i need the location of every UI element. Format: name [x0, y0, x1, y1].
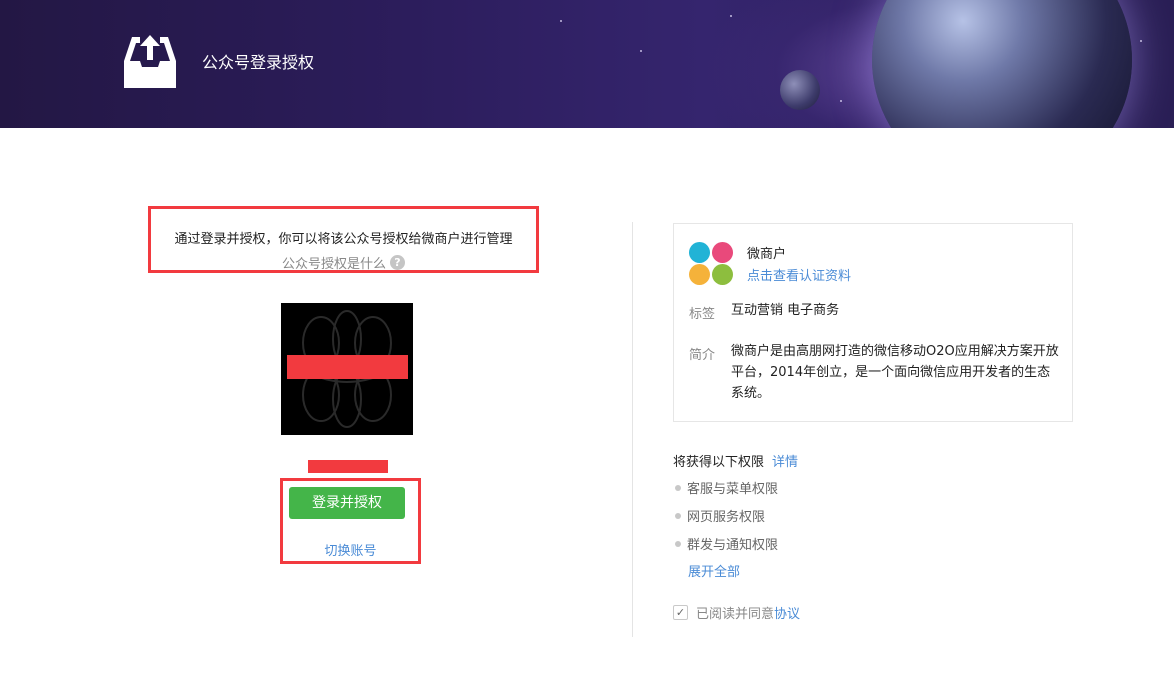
banner-star: [560, 20, 562, 22]
intro-highlight-box: 通过登录并授权，你可以将该公众号授权给微商户进行管理 公众号授权是什么 ?: [148, 206, 539, 273]
permission-item-label: 网页服务权限: [687, 510, 766, 525]
app-logo-icon: [689, 242, 735, 286]
what-is-authorization-label: 公众号授权是什么: [281, 257, 386, 272]
logo-dot-green: [712, 264, 733, 285]
verify-info-link[interactable]: 点击查看认证资料: [747, 265, 851, 284]
app-name: 微商户: [747, 247, 787, 262]
permission-item-label: 客服与菜单权限: [687, 482, 779, 497]
intro-text: 通过登录并授权，你可以将该公众号授权给微商户进行管理: [174, 232, 513, 247]
tags-label: 标签: [689, 307, 716, 322]
redaction-bar: [287, 355, 408, 379]
banner-star: [640, 50, 642, 52]
logo-dot-yellow: [689, 264, 710, 285]
agreement-checkbox[interactable]: ✓: [673, 605, 688, 620]
header-banner: 公众号登录授权: [0, 0, 1174, 128]
banner-planet: [872, 0, 1132, 128]
banner-moon: [780, 70, 820, 110]
what-is-authorization-link[interactable]: 公众号授权是什么 ?: [282, 253, 405, 272]
permission-item-label: 群发与通知权限: [687, 538, 779, 553]
logo-dot-pink: [712, 242, 733, 263]
agreement-text: 已阅读并同意: [696, 607, 775, 622]
banner-star: [840, 100, 842, 102]
tags-value: 互动营销 电子商务: [731, 303, 840, 318]
intro-value: 微商户是由高朋网打造的微信移动O2O应用解决方案开放平台，2014年创立，是一个…: [731, 344, 1059, 401]
permissions-title: 将获得以下权限 详情: [673, 451, 798, 470]
permission-item: 群发与通知权限: [675, 534, 778, 553]
permission-item: 客服与菜单权限: [675, 478, 778, 497]
login-authorize-button[interactable]: 登录并授权: [289, 487, 405, 519]
agreement-link[interactable]: 协议: [774, 603, 800, 622]
permissions-detail-link[interactable]: 详情: [772, 455, 798, 470]
intro-label: 简介: [689, 348, 716, 363]
permissions-title-text: 将获得以下权限: [673, 455, 765, 470]
account-name-redaction: [308, 460, 388, 473]
bullet-icon: [675, 484, 681, 491]
page-title: 公众号登录授权: [202, 53, 315, 72]
permission-item: 网页服务权限: [675, 506, 765, 525]
expand-all-link[interactable]: 展开全部: [688, 561, 740, 580]
column-divider: [632, 222, 633, 637]
agreement-row: ✓ 已阅读并同意 协议: [673, 603, 800, 622]
switch-account-link[interactable]: 切换账号: [280, 540, 421, 559]
banner-star: [730, 15, 732, 17]
bullet-icon: [675, 540, 681, 547]
logo-dot-blue: [689, 242, 710, 263]
upload-tray-icon: [124, 35, 176, 88]
banner-star: [1140, 40, 1142, 42]
bullet-icon: [675, 512, 681, 519]
help-icon[interactable]: ?: [390, 255, 405, 270]
